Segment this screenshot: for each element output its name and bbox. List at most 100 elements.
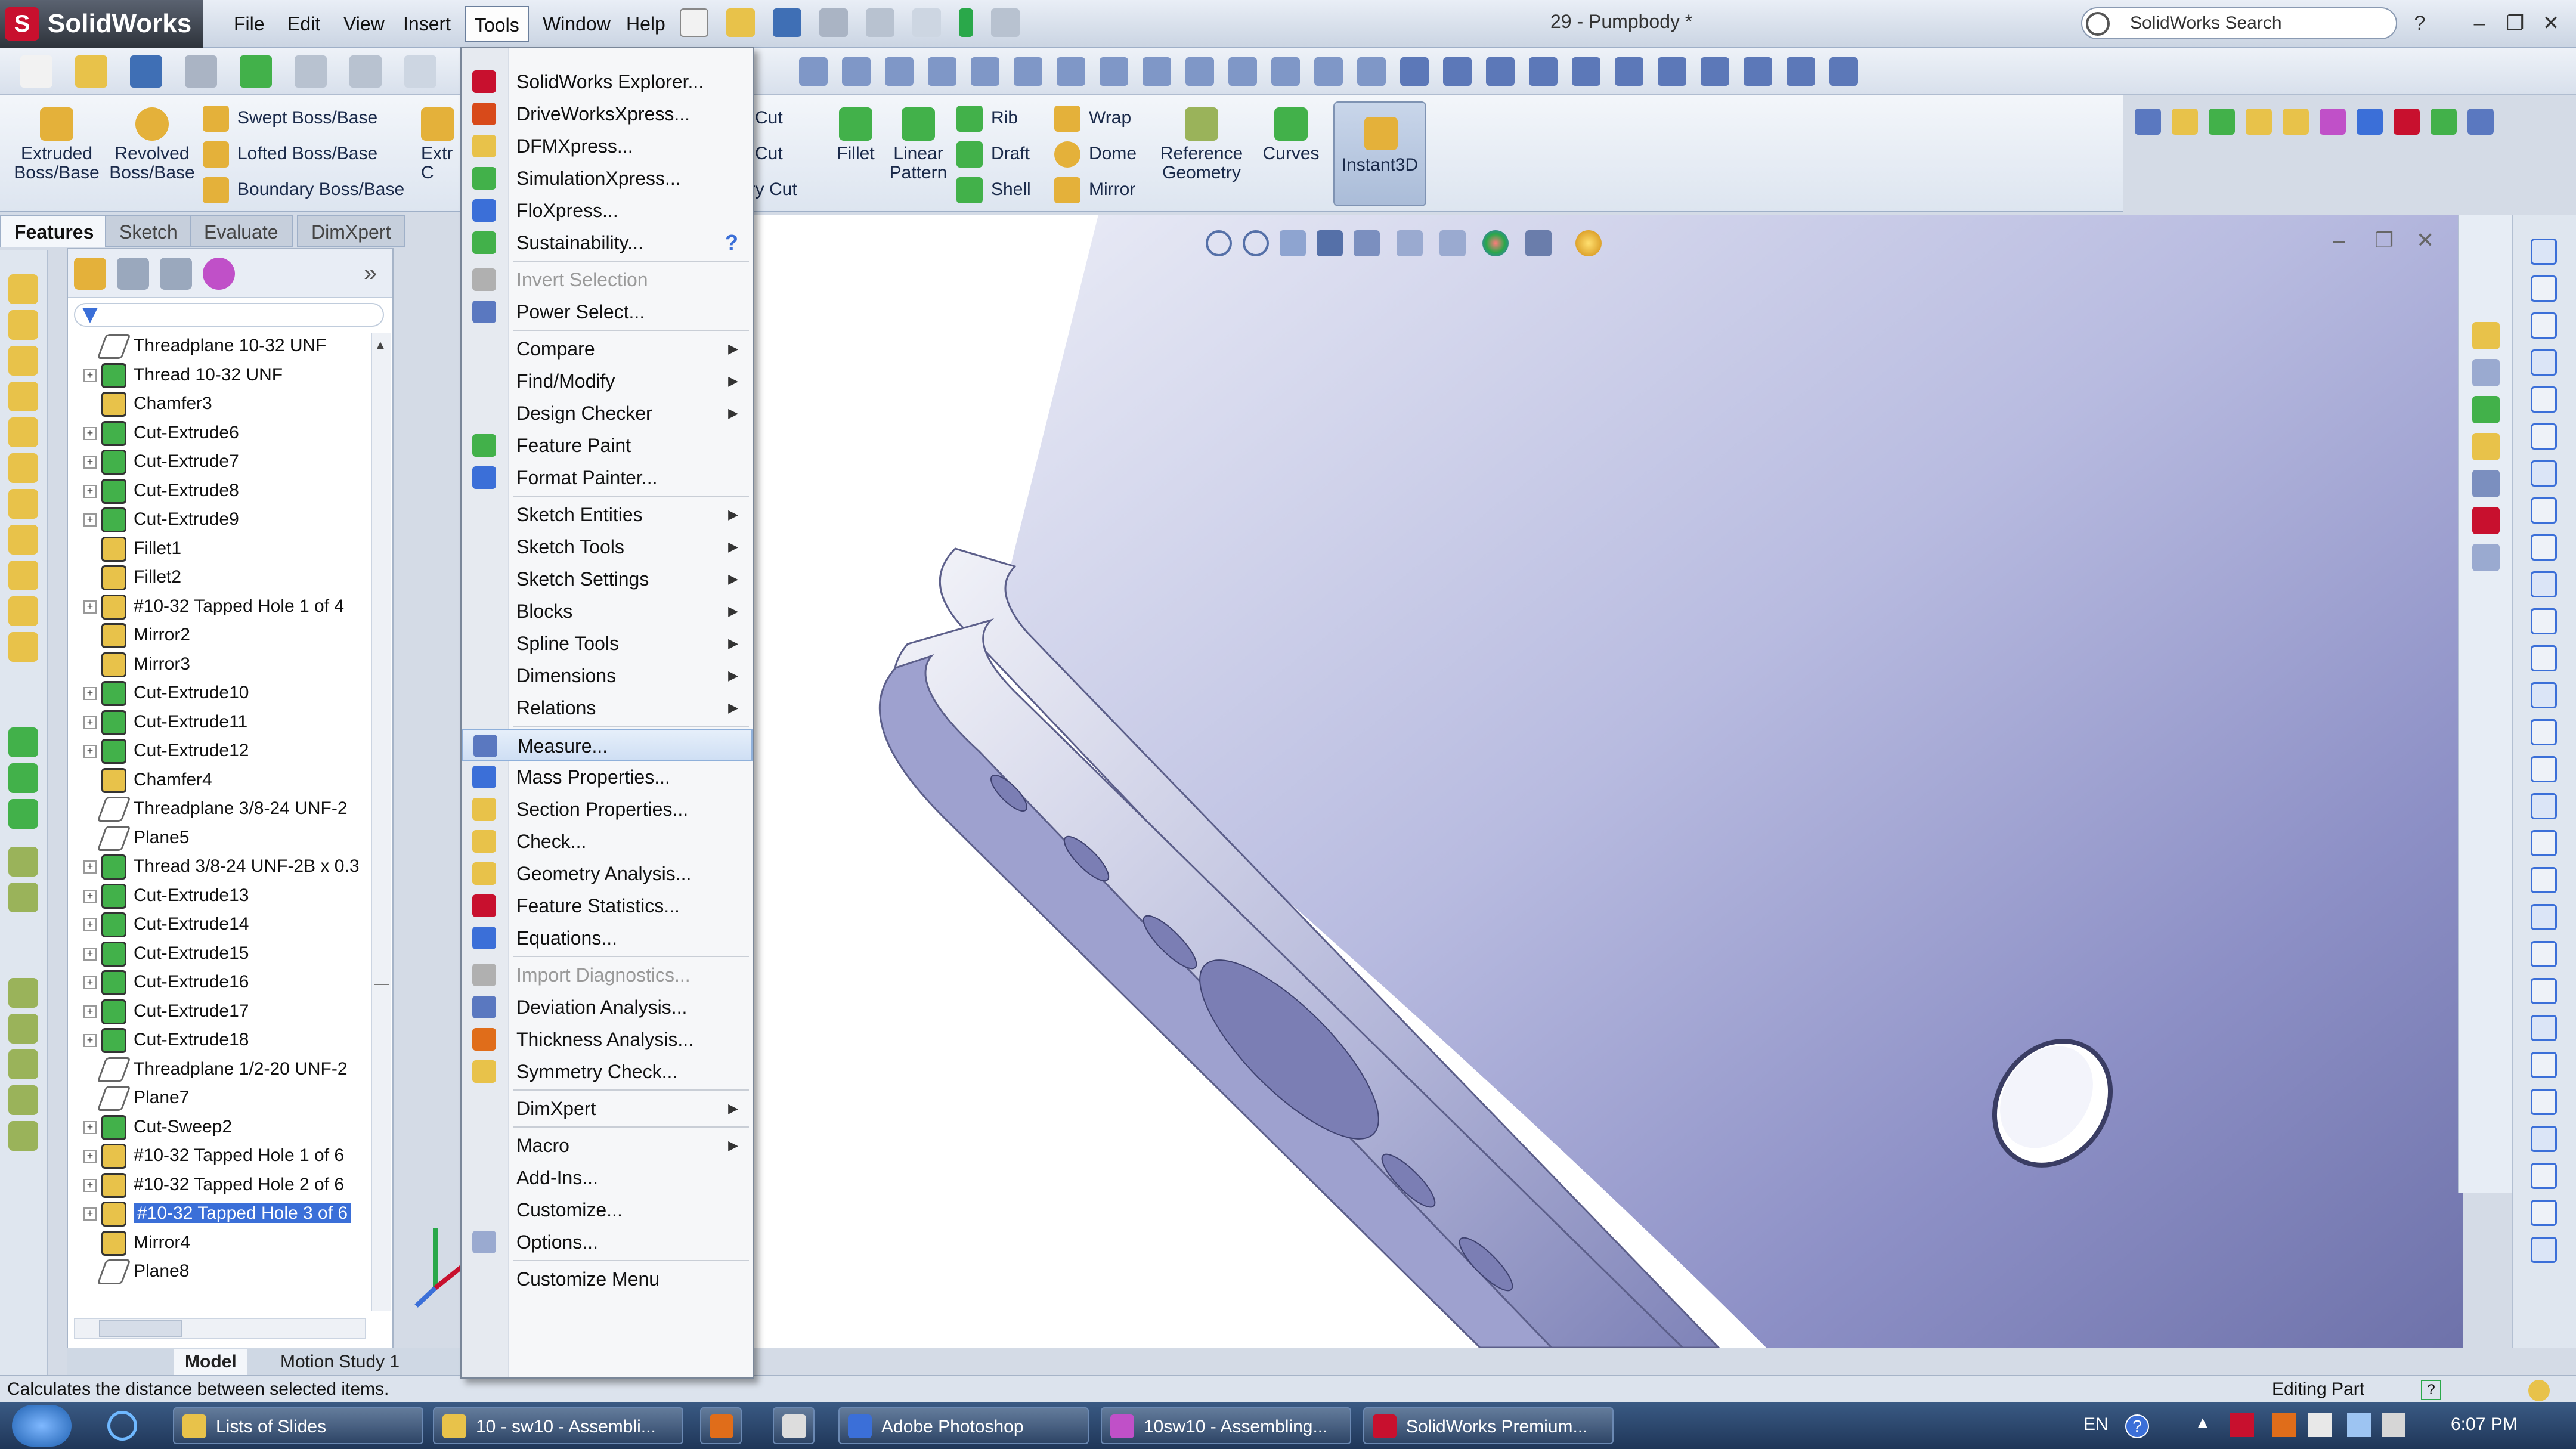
menu-item-deviation-analysis[interactable]: Deviation Analysis... [462,991,753,1023]
redo-icon[interactable] [349,55,382,88]
swept-boss-button[interactable]: Swept Boss/Base [203,101,377,135]
taskbar-solidworks[interactable]: SolidWorks Premium... [1363,1407,1614,1444]
tree-node[interactable]: + Thread 10-32 UNF [83,361,382,389]
smart-dim-icon[interactable] [2531,312,2557,339]
new-document-icon[interactable] [680,8,708,37]
expand-toggle-icon[interactable]: + [83,369,97,382]
left-view-icon[interactable] [1185,57,1214,86]
tree-node[interactable]: + #10-32 Tapped Hole 3 of 6 [83,1199,382,1228]
taskbar-editor[interactable] [773,1407,815,1444]
open-folder-icon[interactable] [75,55,107,88]
tree-node[interactable]: Threadplane 1/2-20 UNF-2 [83,1055,382,1083]
options-icon[interactable] [240,55,272,88]
mirror-tool-icon[interactable] [8,799,38,829]
tab-motion-study[interactable]: Motion Study 1 [270,1349,410,1375]
isometric-view-icon[interactable] [1357,57,1386,86]
menu-item-solidworks-explorer[interactable]: SolidWorks Explorer... [462,66,753,98]
polygon-icon[interactable] [2531,497,2557,524]
menu-item-format-painter[interactable]: Format Painter... [462,462,753,494]
menu-insert[interactable]: Insert [395,6,459,42]
tree-node[interactable]: Threadplane 10-32 UNF [83,332,382,360]
expand-toggle-icon[interactable]: + [83,1178,97,1192]
start-button-icon[interactable] [12,1405,72,1447]
menu-edit[interactable]: Edit [279,6,329,42]
back-view-icon[interactable] [1143,57,1171,86]
display-style-icon[interactable] [1397,230,1423,256]
horizontal-scroll-thumb[interactable] [99,1320,182,1337]
menu-item-sketch-settings[interactable]: Sketch Settings ▶ [462,563,753,595]
design-checker-icon[interactable] [2394,109,2420,135]
custom-properties-icon[interactable] [2472,544,2500,571]
menu-view[interactable]: View [335,6,393,42]
property-manager-icon[interactable] [117,258,149,290]
action-center-icon[interactable] [2308,1413,2332,1437]
sketch-relations-icon[interactable] [2172,109,2198,135]
rebuild-icon[interactable] [959,8,973,37]
expand-toggle-icon[interactable]: + [83,745,97,758]
revolve-cut-tool-icon[interactable] [8,489,38,519]
boundary-boss-button[interactable]: Boundary Boss/Base [203,173,404,206]
symmetry-toolbar-icon[interactable] [2467,109,2494,135]
add-relation-icon[interactable] [2531,867,2557,893]
tree-node[interactable]: + Cut-Extrude15 [83,939,382,968]
circular-pattern-tool-icon[interactable] [8,763,38,793]
tree-node[interactable]: Threadplane 3/8-24 UNF-2 [83,794,382,823]
centerline-icon[interactable] [2531,608,2557,634]
menu-item-driveworksxpress[interactable]: DriveWorksXpress... [462,98,753,130]
pattern-tool-icon[interactable] [8,727,38,757]
rebuild-status-icon[interactable] [2528,1380,2550,1401]
tree-node[interactable]: Mirror3 [83,650,382,679]
tab-features[interactable]: Features [0,215,109,247]
expand-toggle-icon[interactable]: + [83,1005,97,1018]
sketch-icon[interactable] [799,57,828,86]
section-view-icon[interactable] [1317,230,1343,256]
menu-item-dimensions[interactable]: Dimensions ▶ [462,660,753,692]
previous-view-icon[interactable] [1280,230,1306,256]
mirror-button[interactable]: Mirror [1054,173,1135,206]
undo-icon[interactable] [866,8,894,37]
expand-toggle-icon[interactable]: + [83,687,97,701]
expand-toggle-icon[interactable]: + [83,976,97,990]
reference-geometry-button[interactable]: Reference Geometry [1157,107,1246,182]
revolve-tool-icon[interactable] [8,310,38,340]
edit-appearance-icon[interactable] [1482,230,1509,256]
convert-entities-icon[interactable] [2531,1200,2557,1226]
tree-node[interactable]: Chamfer4 [83,766,382,794]
offset-icon[interactable] [2531,682,2557,708]
check-toolbar-icon[interactable] [2283,109,2309,135]
text-icon[interactable] [2531,1089,2557,1115]
tab-sketch[interactable]: Sketch [105,215,192,247]
tree-node[interactable]: Plane7 [83,1083,382,1112]
menu-item-feature-paint[interactable]: Feature Paint [462,429,753,462]
lofted-boss-button[interactable]: Lofted Boss/Base [203,137,377,171]
expand-panel-icon[interactable]: » [364,260,377,287]
tree-node[interactable]: + Cut-Extrude16 [83,968,382,996]
boundary-tool-icon[interactable] [8,417,38,447]
tab-model[interactable]: Model [174,1349,247,1375]
open-folder-icon[interactable] [726,8,755,37]
shaded-edges-icon[interactable] [1529,57,1558,86]
shaded-sketch-icon[interactable] [2531,1052,2557,1078]
expand-toggle-icon[interactable]: + [83,918,97,932]
menu-item-power-select[interactable]: Power Select... [462,296,753,328]
menu-item-feature-statistics[interactable]: Feature Statistics... [462,890,753,922]
menu-file[interactable]: File [225,6,273,42]
tree-node[interactable]: Fillet2 [83,563,382,592]
status-help-icon[interactable]: ? [2421,1380,2441,1400]
expand-toggle-icon[interactable]: + [83,600,97,614]
scroll-up-icon[interactable]: ▲ [374,339,386,352]
menu-tools[interactable]: Tools [465,6,529,42]
instant2d-icon[interactable] [2531,1015,2557,1041]
cut-tool-icon[interactable] [8,453,38,483]
deviation-analysis-icon[interactable] [2431,109,2457,135]
expand-toggle-icon[interactable]: + [83,513,97,527]
hidden-lines-icon[interactable] [1443,57,1472,86]
menu-item-thickness-analysis[interactable]: Thickness Analysis... [462,1023,753,1055]
tree-node[interactable]: + Cut-Sweep2 [83,1113,382,1141]
tree-horizontal-scrollbar[interactable] [74,1318,366,1339]
mass-properties-toolbar-icon[interactable] [2209,109,2235,135]
dimetric-icon[interactable] [1658,57,1686,86]
line-icon[interactable] [2531,349,2557,376]
language-indicator[interactable]: EN [2083,1414,2109,1435]
perspective-icon[interactable] [1701,57,1729,86]
